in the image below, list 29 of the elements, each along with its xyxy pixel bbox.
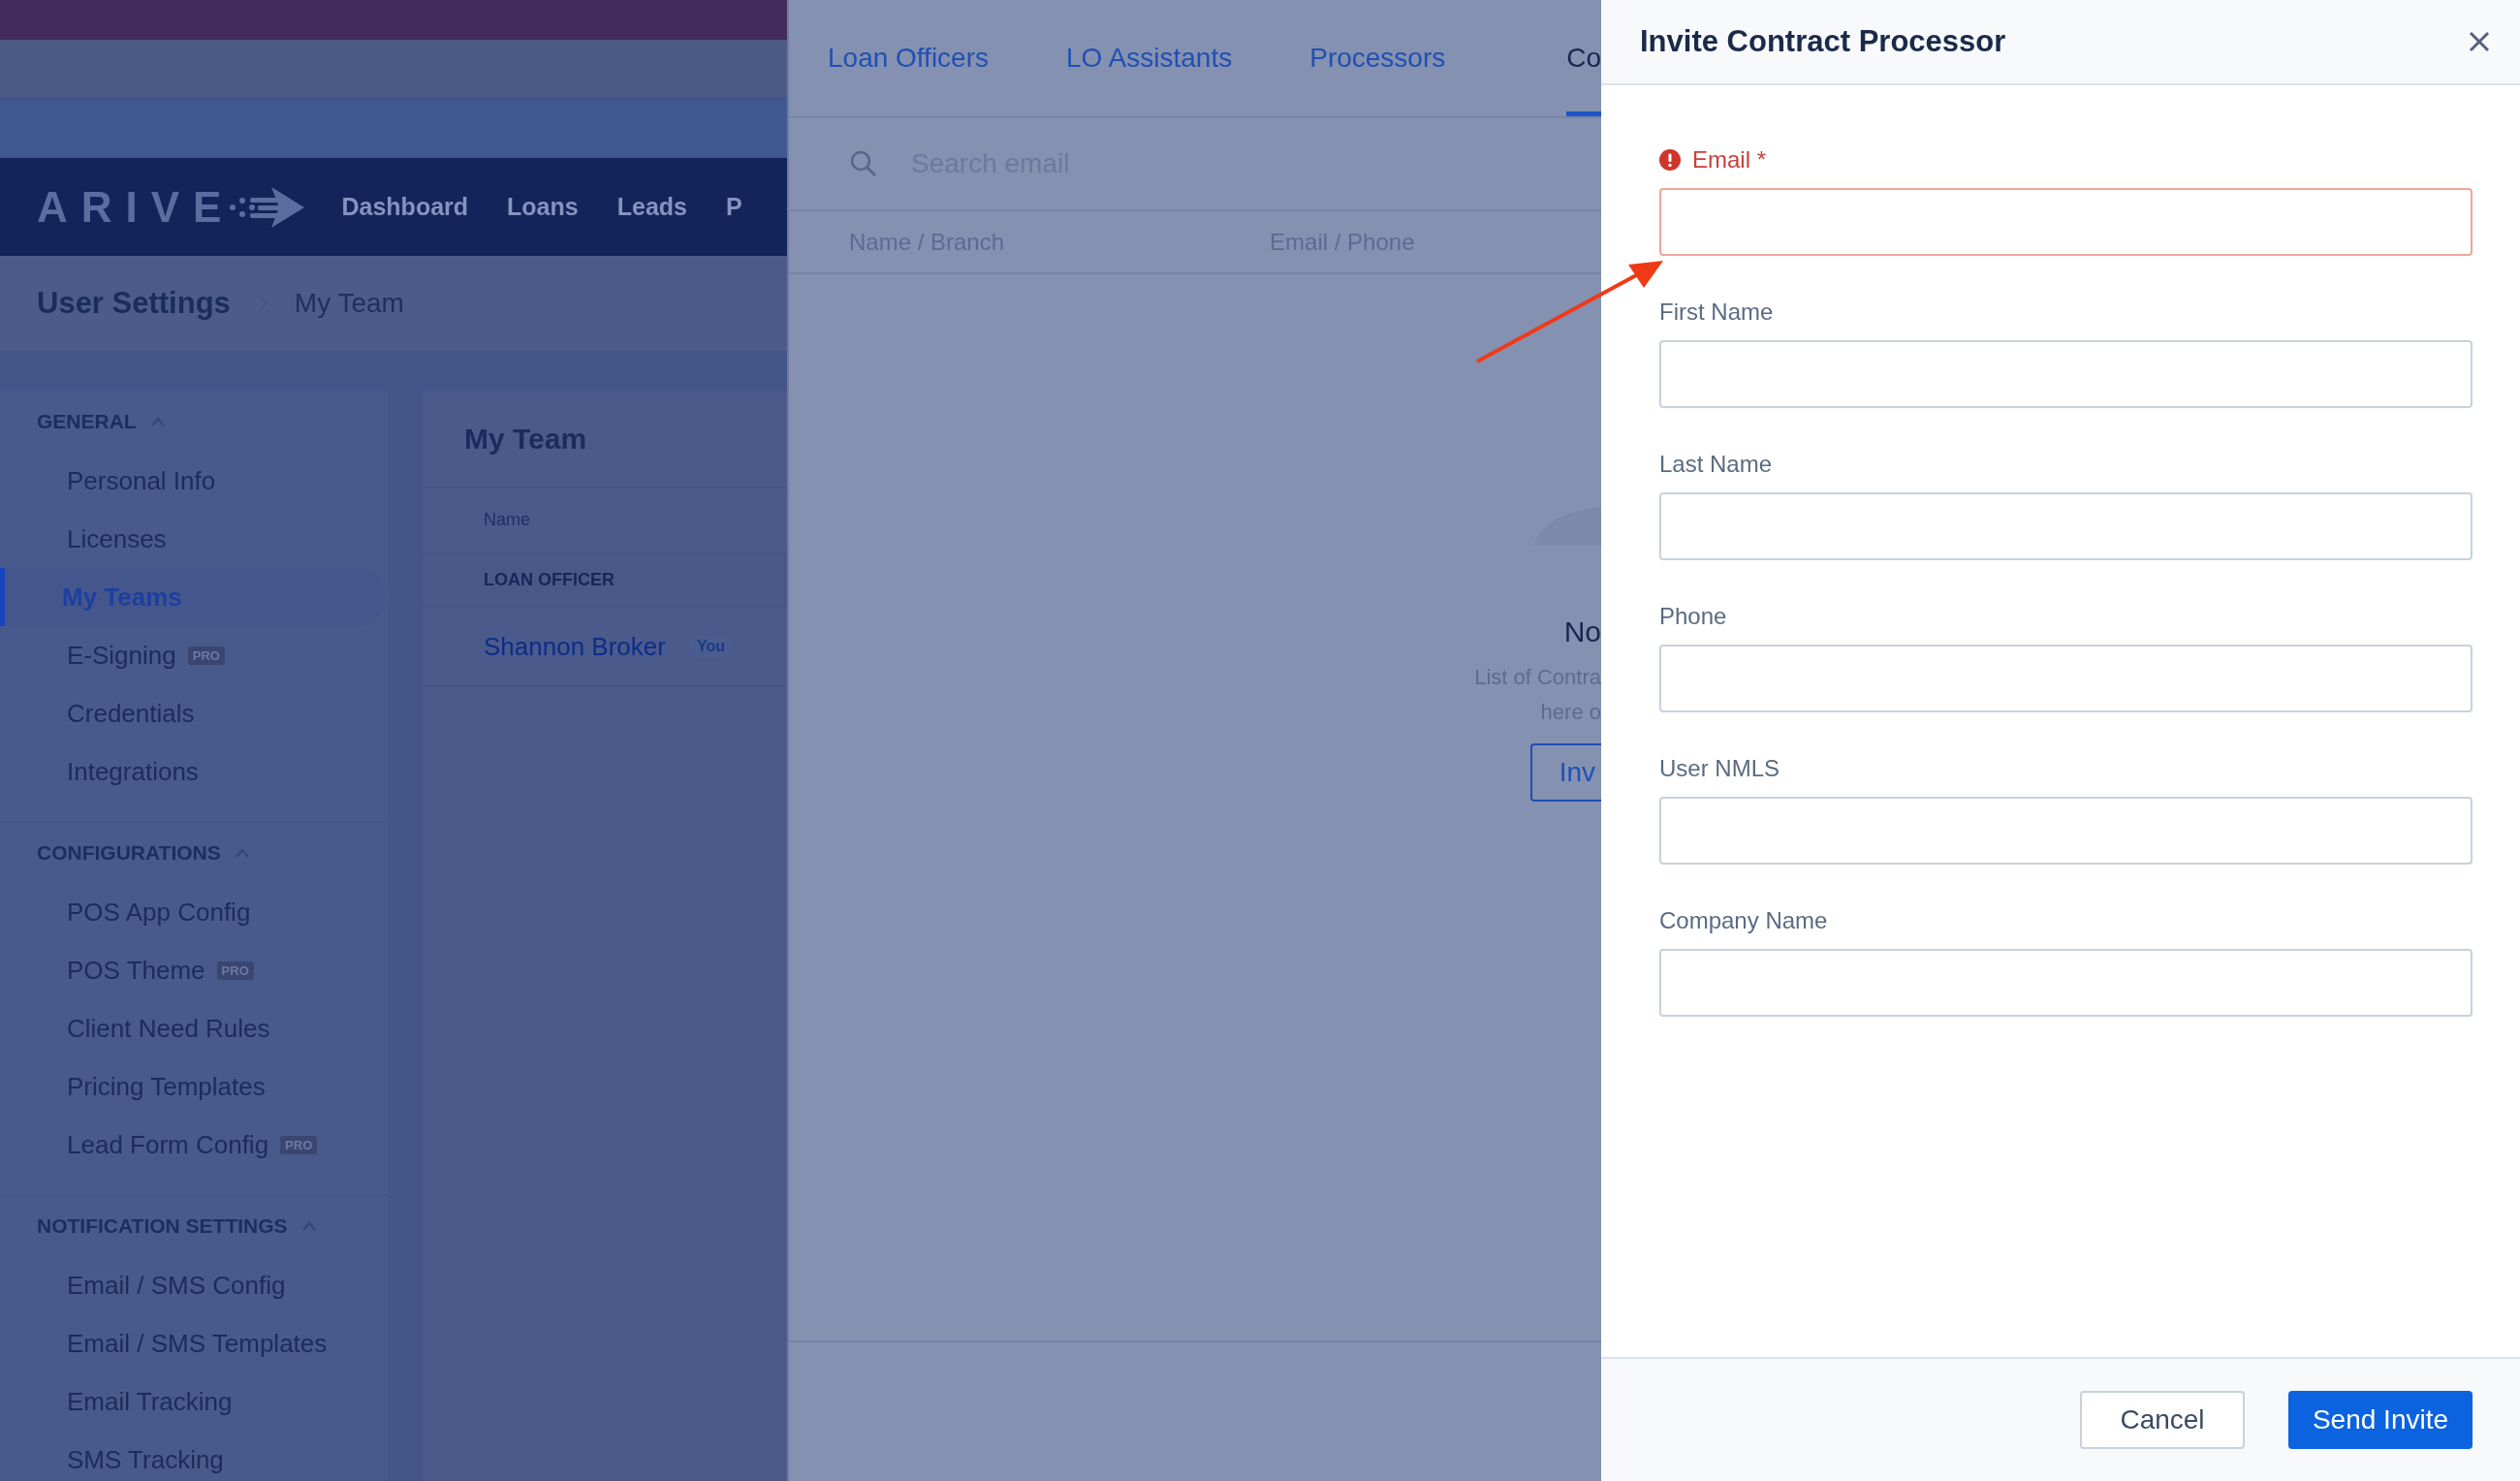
send-invite-button[interactable]: Send Invite (2288, 1391, 2473, 1449)
nav-link[interactable]: P (725, 193, 742, 221)
tab[interactable]: Processors (1309, 0, 1446, 116)
input-field[interactable] (1659, 492, 2473, 560)
nav-link[interactable]: Leads (616, 193, 687, 221)
input-field[interactable] (1659, 797, 2473, 865)
field-label: User NMLS (1659, 755, 1780, 782)
input-field[interactable] (1659, 949, 2473, 1017)
input-field[interactable] (1659, 645, 2473, 712)
nav-link[interactable]: Loans (507, 193, 579, 221)
tab[interactable]: Loan Officers (828, 0, 990, 116)
close-icon (2469, 31, 2490, 52)
field-label: Company Name (1659, 907, 1828, 934)
error-icon (1659, 149, 1681, 171)
input-field[interactable] (1659, 188, 2473, 256)
search-icon (849, 149, 878, 178)
field-label: First Name (1659, 299, 1774, 326)
drawer-title: Invite Contract Processor (1640, 24, 2006, 59)
tab[interactable]: LO Assistants (1066, 0, 1233, 116)
input-field[interactable] (1659, 340, 2473, 408)
field-label: Phone (1659, 603, 1727, 630)
cancel-button[interactable]: Cancel (2080, 1391, 2245, 1449)
member-name-link[interactable]: Shannon Broker (484, 631, 666, 662)
logo-text: ARIVE (37, 182, 236, 232)
nav-link[interactable]: Dashboard (341, 193, 469, 221)
field-label: Last Name (1659, 451, 1773, 478)
empty-title: No (1563, 615, 1601, 648)
field-label: Email * (1692, 146, 1767, 173)
close-button[interactable] (2467, 29, 2492, 54)
